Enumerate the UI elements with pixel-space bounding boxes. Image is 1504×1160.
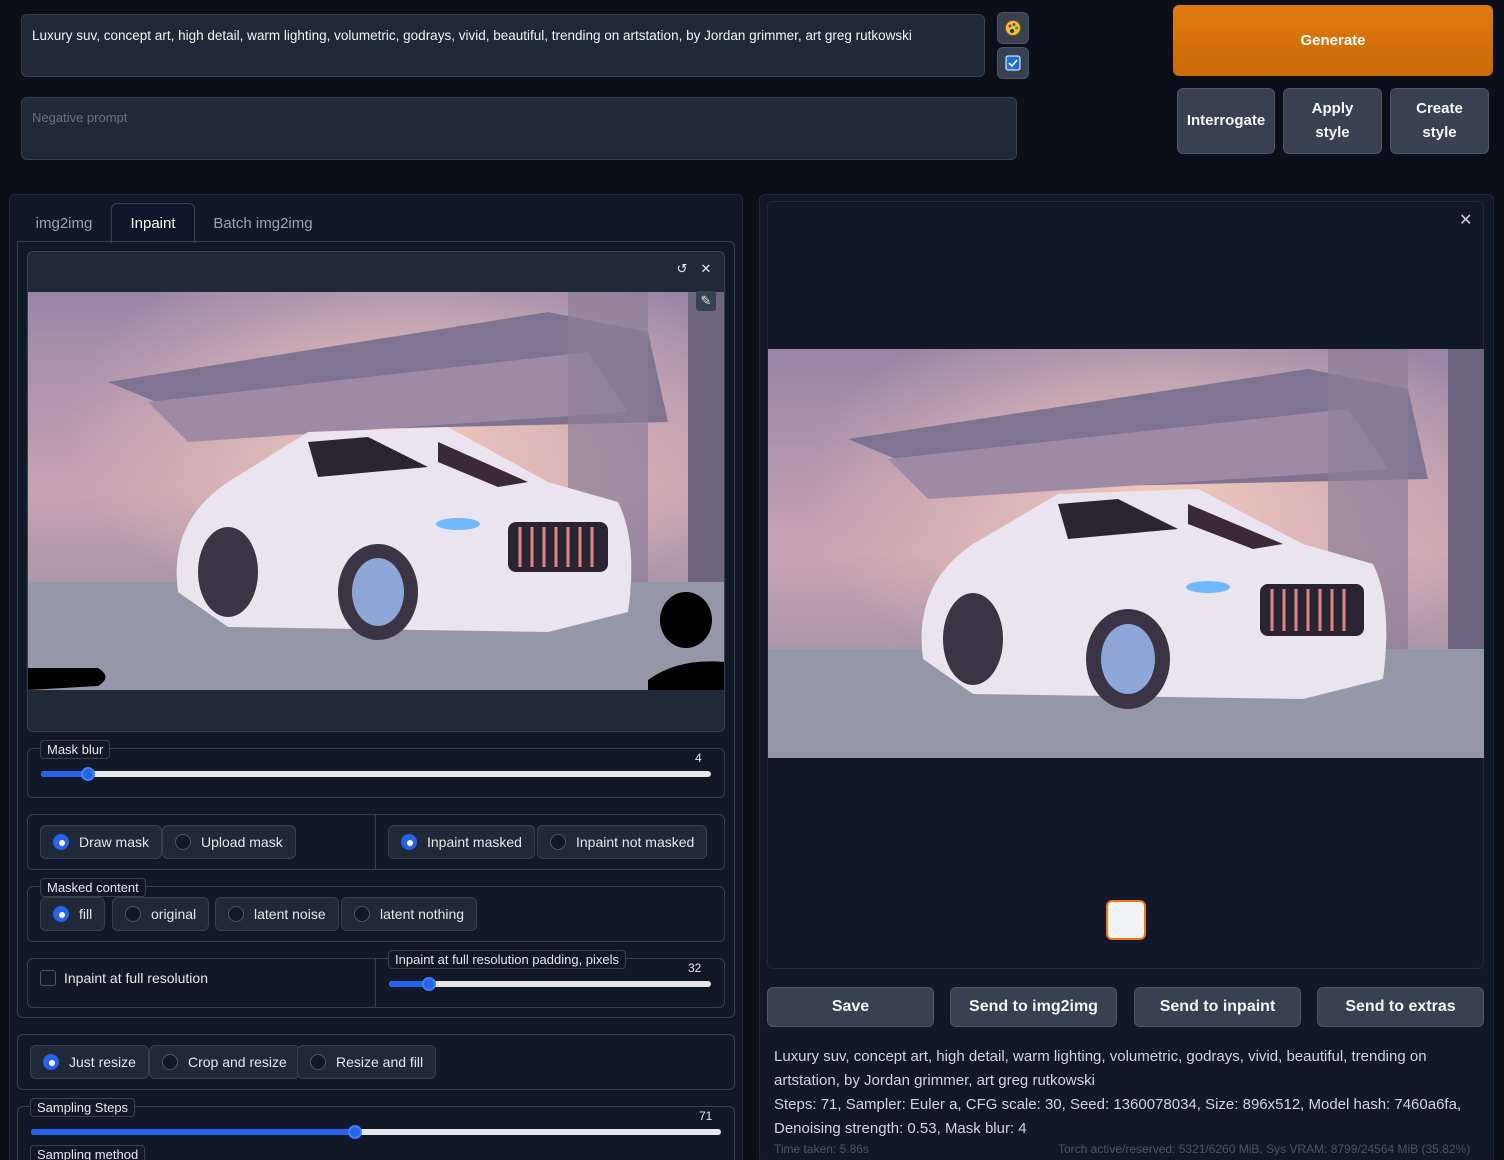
draw-mask-radio[interactable] bbox=[53, 834, 69, 850]
inpaint-masked-option[interactable]: Inpaint masked bbox=[388, 825, 535, 859]
send-to-extras-button[interactable]: Send to extras bbox=[1317, 987, 1484, 1027]
brush-icon[interactable]: ✎ bbox=[696, 291, 716, 311]
sampling-method-label: Sampling method bbox=[30, 1145, 146, 1160]
apply-style-label: Apply style bbox=[1311, 100, 1354, 141]
send-extras-label: Send to extras bbox=[1345, 998, 1456, 1015]
style-checkbox-button[interactable] bbox=[997, 47, 1029, 79]
divider bbox=[375, 815, 376, 869]
output-image[interactable] bbox=[768, 349, 1484, 758]
just-resize-radio[interactable] bbox=[43, 1054, 59, 1070]
negative-prompt-input[interactable]: Negative prompt bbox=[21, 97, 1017, 160]
just-resize-label: Just resize bbox=[69, 1054, 136, 1070]
save-button[interactable]: Save bbox=[767, 987, 934, 1027]
mask-blur-value[interactable]: 4 bbox=[695, 751, 702, 765]
time-taken: Time taken: 5.86s bbox=[774, 1142, 869, 1156]
info-prompt: Luxury suv, concept art, high detail, wa… bbox=[774, 1048, 1427, 1089]
generate-button[interactable]: Generate bbox=[1173, 5, 1493, 76]
prompt-input[interactable]: Luxury suv, concept art, high detail, wa… bbox=[21, 14, 985, 77]
resize-and-fill-option[interactable]: Resize and fill bbox=[297, 1045, 437, 1079]
inpaint-source-image bbox=[28, 292, 724, 690]
resize-and-fill-radio[interactable] bbox=[310, 1054, 326, 1070]
save-label: Save bbox=[831, 998, 870, 1015]
sampling-steps-slider[interactable] bbox=[31, 1125, 721, 1139]
info-params: Steps: 71, Sampler: Euler a, CFG scale: … bbox=[774, 1096, 1462, 1137]
draw-mask-option[interactable]: Draw mask bbox=[40, 825, 163, 859]
original-radio[interactable] bbox=[125, 906, 141, 922]
interrogate-label: Interrogate bbox=[1186, 112, 1266, 129]
tab-batch-label: Batch img2img bbox=[213, 214, 313, 232]
crop-and-resize-radio[interactable] bbox=[162, 1054, 178, 1070]
divider bbox=[375, 959, 376, 1007]
inpaint-not-masked-radio[interactable] bbox=[550, 834, 566, 850]
palette-icon bbox=[1005, 20, 1021, 36]
fill-label: fill bbox=[79, 906, 93, 922]
gallery-thumbnail[interactable] bbox=[1106, 900, 1146, 940]
padding-slider[interactable] bbox=[389, 977, 711, 991]
full-res-checkbox-row[interactable]: Inpaint at full resolution bbox=[40, 970, 208, 986]
latent-noise-label: latent noise bbox=[254, 906, 326, 922]
resize-and-fill-label: Resize and fill bbox=[336, 1054, 424, 1070]
generate-label: Generate bbox=[1300, 32, 1366, 49]
tab-batch-img2img[interactable]: Batch img2img bbox=[202, 205, 324, 241]
paste-params-button[interactable] bbox=[997, 12, 1029, 44]
prompt-text: Luxury suv, concept art, high detail, wa… bbox=[32, 28, 912, 43]
upload-mask-option[interactable]: Upload mask bbox=[162, 825, 296, 859]
close-icon[interactable]: ✕ bbox=[696, 259, 716, 279]
latent-nothing-radio[interactable] bbox=[354, 906, 370, 922]
tab-inpaint[interactable]: Inpaint bbox=[111, 203, 195, 243]
inpaint-not-masked-option[interactable]: Inpaint not masked bbox=[537, 825, 708, 859]
masked-content-latent-nothing[interactable]: latent nothing bbox=[341, 897, 478, 931]
sampling-steps-label: Sampling Steps bbox=[30, 1098, 136, 1117]
mask-blur-label: Mask blur bbox=[40, 740, 111, 759]
masked-content-latent-noise[interactable]: latent noise bbox=[215, 897, 339, 931]
inpaint-masked-radio[interactable] bbox=[401, 834, 417, 850]
undo-icon[interactable]: ↺ bbox=[672, 259, 692, 279]
draw-mask-label: Draw mask bbox=[79, 834, 150, 850]
sampling-steps-value[interactable]: 71 bbox=[699, 1109, 712, 1123]
create-style-button[interactable]: Create style bbox=[1390, 88, 1489, 154]
padding-value[interactable]: 32 bbox=[688, 961, 701, 975]
latent-noise-radio[interactable] bbox=[228, 906, 244, 922]
tab-img2img[interactable]: img2img bbox=[22, 205, 106, 241]
full-res-checkbox[interactable] bbox=[40, 970, 56, 986]
fill-radio[interactable] bbox=[53, 906, 69, 922]
latent-nothing-label: latent nothing bbox=[380, 906, 465, 922]
tab-img2img-label: img2img bbox=[35, 214, 93, 232]
full-res-label: Inpaint at full resolution bbox=[64, 970, 208, 986]
send-to-inpaint-button[interactable]: Send to inpaint bbox=[1134, 987, 1301, 1027]
send-img2img-label: Send to img2img bbox=[969, 998, 1098, 1015]
upload-mask-label: Upload mask bbox=[201, 834, 283, 850]
apply-style-button[interactable]: Apply style bbox=[1283, 88, 1382, 154]
crop-and-resize-label: Crop and resize bbox=[188, 1054, 287, 1070]
mask-blur-slider[interactable] bbox=[41, 767, 711, 781]
masked-content-original[interactable]: original bbox=[112, 897, 210, 931]
send-to-img2img-button[interactable]: Send to img2img bbox=[950, 987, 1117, 1027]
send-inpaint-label: Send to inpaint bbox=[1159, 998, 1276, 1015]
masked-content-label: Masked content bbox=[40, 878, 146, 897]
padding-label: Inpaint at full resolution padding, pixe… bbox=[388, 950, 627, 969]
crop-and-resize-option[interactable]: Crop and resize bbox=[149, 1045, 300, 1079]
vram-usage: Torch active/reserved: 5321/6260 MiB, Sy… bbox=[1058, 1142, 1471, 1156]
upload-mask-radio[interactable] bbox=[175, 834, 191, 850]
interrogate-button[interactable]: Interrogate bbox=[1177, 88, 1275, 154]
original-label: original bbox=[151, 906, 197, 922]
negative-prompt-placeholder: Negative prompt bbox=[32, 110, 128, 125]
inpaint-not-masked-label: Inpaint not masked bbox=[576, 834, 695, 850]
tab-inpaint-label: Inpaint bbox=[130, 215, 176, 232]
masked-content-fill[interactable]: fill bbox=[40, 897, 106, 931]
generation-info: Luxury suv, concept art, high detail, wa… bbox=[774, 1045, 1479, 1141]
just-resize-option[interactable]: Just resize bbox=[30, 1045, 149, 1079]
check-icon bbox=[1005, 55, 1021, 71]
close-icon[interactable]: ✕ bbox=[1459, 210, 1472, 230]
create-style-label: Create style bbox=[1416, 100, 1463, 141]
inpaint-masked-label: Inpaint masked bbox=[427, 834, 522, 850]
